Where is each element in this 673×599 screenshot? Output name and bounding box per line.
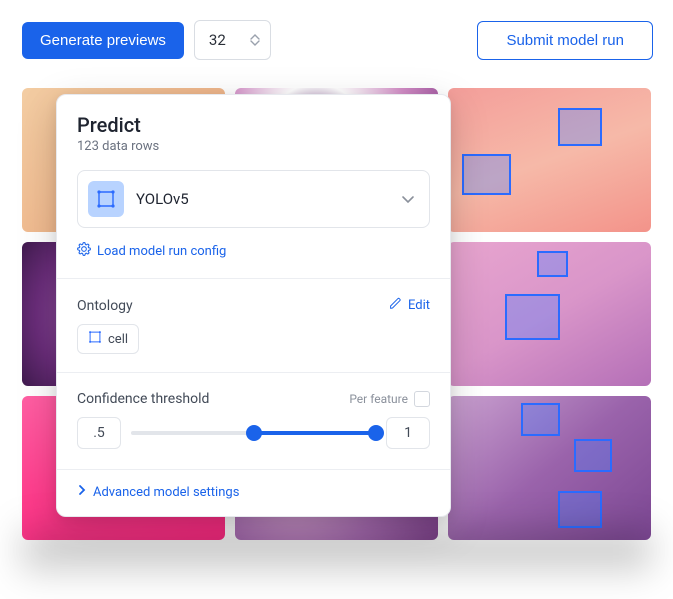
ontology-label: Ontology (77, 298, 133, 314)
ontology-chip-label: cell (108, 332, 128, 347)
tile[interactable] (448, 88, 651, 232)
toolbar: Generate previews 32 Submit model run (0, 0, 673, 74)
tiles-shadow (22, 530, 651, 570)
generate-previews-button[interactable]: Generate previews (22, 22, 184, 59)
load-model-config-label: Load model run config (97, 244, 226, 259)
preview-count-stepper[interactable]: 32 (194, 20, 271, 60)
preview-count-value: 32 (209, 31, 226, 49)
load-model-config-link[interactable]: Load model run config (77, 242, 430, 260)
advanced-settings-label: Advanced model settings (93, 485, 239, 500)
detection-box (505, 294, 560, 340)
detection-box (537, 251, 567, 277)
bounding-box-icon (88, 181, 124, 217)
ontology-edit-label: Edit (408, 298, 430, 313)
per-feature-label: Per feature (349, 392, 408, 406)
detection-box (558, 108, 603, 145)
model-name: YOLOv5 (136, 190, 389, 208)
slider-thumb-high[interactable] (368, 425, 384, 441)
stepper-arrows-icon[interactable] (250, 33, 260, 47)
model-select[interactable]: YOLOv5 (77, 170, 430, 228)
chevron-right-icon (77, 484, 87, 500)
per-feature-checkbox[interactable] (414, 391, 430, 407)
chevron-down-icon (401, 190, 415, 209)
panel-subtitle: 123 data rows (77, 139, 430, 154)
confidence-low-input[interactable]: .5 (77, 417, 121, 449)
panel-title: Predict (77, 113, 430, 137)
advanced-settings-link[interactable]: Advanced model settings (77, 484, 430, 500)
detection-box (558, 491, 603, 528)
detection-box (521, 403, 560, 436)
gear-icon (77, 242, 91, 260)
submit-model-run-button[interactable]: Submit model run (477, 21, 653, 60)
slider-thumb-low[interactable] (246, 425, 262, 441)
confidence-slider[interactable] (131, 431, 376, 435)
pencil-icon (389, 297, 402, 314)
tile[interactable] (448, 242, 651, 386)
tile[interactable] (448, 396, 651, 540)
detection-box (574, 439, 613, 472)
bounding-box-icon (88, 330, 102, 348)
predict-panel: Predict 123 data rows YOLOv5 Load model … (56, 94, 451, 517)
detection-box (462, 154, 511, 194)
confidence-label: Confidence threshold (77, 391, 209, 407)
ontology-chip[interactable]: cell (77, 324, 139, 354)
ontology-edit-link[interactable]: Edit (389, 297, 430, 314)
confidence-high-input[interactable]: 1 (386, 417, 430, 449)
